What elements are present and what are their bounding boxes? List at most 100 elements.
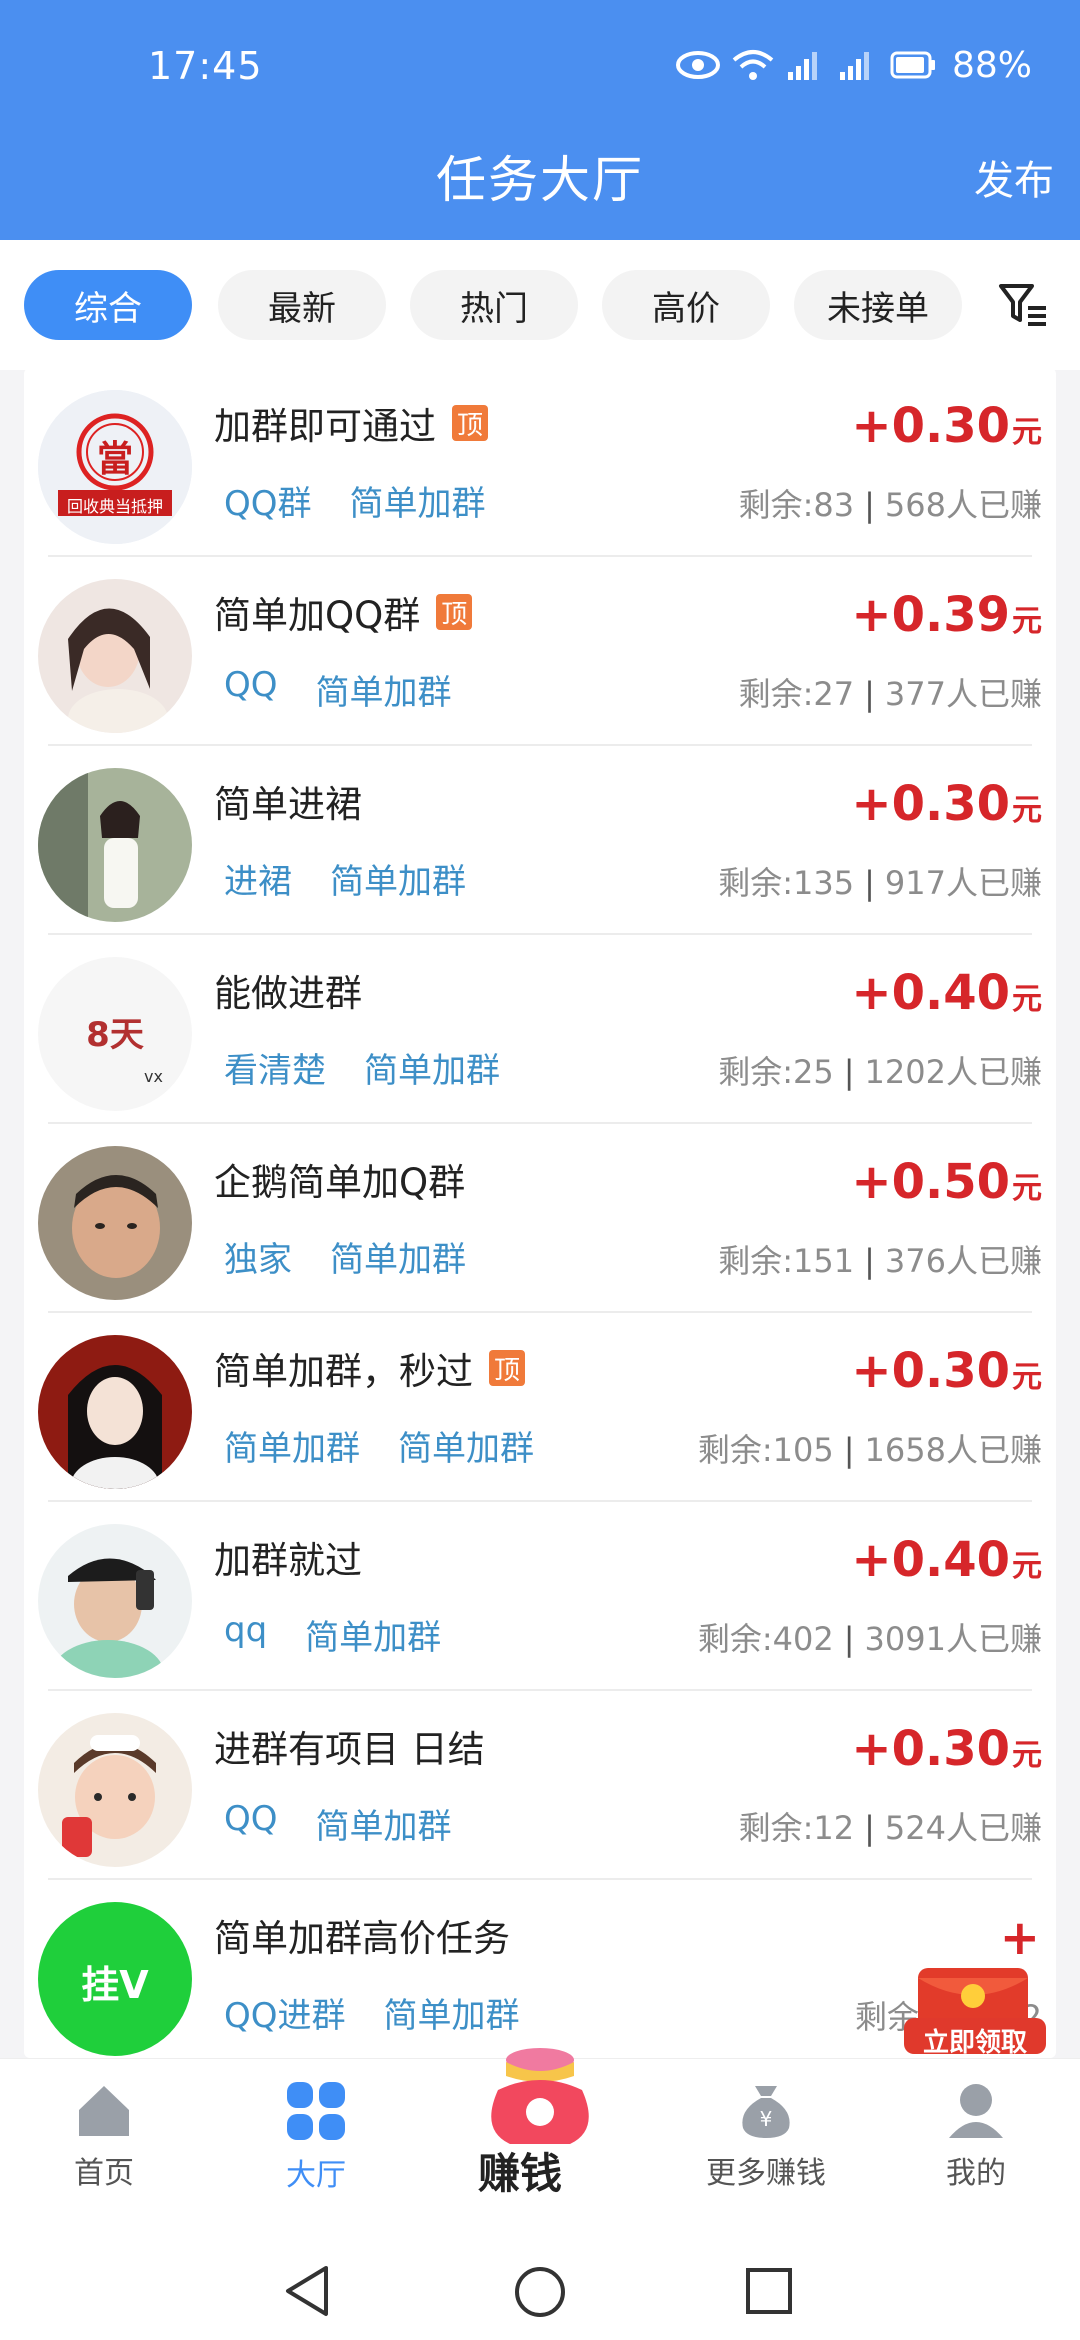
status-bar: 17:45 88% [0, 0, 1080, 130]
stats-separator: | [864, 1809, 875, 1847]
recents-icon[interactable] [744, 2266, 794, 2316]
task-tag: 简单加群 [398, 1429, 534, 1469]
task-title-wrap: 进群有项目 日结 [214, 1719, 485, 1773]
tab-more-earn-label: 更多赚钱 [706, 2156, 826, 2191]
task-tag: QQ群 [224, 484, 312, 524]
svg-text:¥: ¥ [760, 2107, 773, 2131]
reward-unit: 元 [1012, 1360, 1042, 1395]
signal-icon-1 [787, 52, 817, 80]
app-header: 17:45 88% 任务大厅 发布 [0, 0, 1080, 240]
reward-amount: +0.40 [851, 1532, 1010, 1588]
filter-icon[interactable] [998, 282, 1048, 330]
reward-amount: +0.50 [851, 1154, 1010, 1210]
task-avatar [38, 1524, 192, 1678]
task-title: 企鹅简单加Q群 [214, 1161, 466, 1204]
task-tag: 简单加群 [315, 673, 452, 713]
task-row[interactable]: 简单进裙 进裙 简单加群 +0.30 元 剩余:135 | 917人已赚 [24, 746, 1056, 935]
filter-chip-hot[interactable]: 热门 [410, 270, 578, 340]
task-avatar [38, 579, 192, 733]
task-remaining: 剩余:83 [738, 486, 855, 524]
task-reward: +0.40 元 [851, 965, 1042, 1021]
task-remaining: 剩余:12 [738, 1809, 855, 1847]
task-stats: 剩余:83 | 568人已赚 [739, 480, 1042, 526]
task-remaining: 剩余:151 [718, 1242, 855, 1280]
task-row[interactable]: 加群就过 qq 简单加群 +0.40 元 剩余:402 | 3091人已赚 [24, 1502, 1056, 1691]
stats-separator: | [843, 1053, 855, 1091]
task-reward: +0.50 元 [851, 1154, 1042, 1210]
task-title-wrap: 能做进群 [214, 963, 362, 1017]
task-stats: 剩余:135 | 917人已赚 [718, 858, 1042, 904]
task-tag: qq [224, 1610, 268, 1650]
avatar-logo-text: 挂V [81, 1963, 149, 2007]
back-icon[interactable] [282, 2264, 332, 2318]
task-title: 加群就过 [214, 1539, 362, 1582]
tab-home[interactable]: 首页 [24, 2080, 184, 2192]
filter-chip-high-price[interactable]: 高价 [602, 270, 770, 340]
task-row[interactable]: 企鹅简单加Q群 独家 简单加群 +0.50 元 剩余:151 | 376人已赚 [24, 1124, 1056, 1313]
task-row[interactable]: 當 回收典当抵押 加群即可通过顶 QQ群 简单加群 +0.30 元 剩余:83 | 5… [24, 368, 1056, 557]
task-remaining: 剩余:25 [718, 1053, 834, 1091]
filter-chip-latest[interactable]: 最新 [218, 270, 386, 340]
task-stats: 剩余:151 | 376人已赚 [718, 1236, 1042, 1282]
avatar-logo-text: 8天 [86, 1015, 144, 1055]
task-remaining: 剩余:135 [718, 864, 855, 902]
task-tag: 简单加群 [224, 1429, 360, 1469]
task-title-wrap: 简单加群高价任务 [214, 1908, 510, 1962]
task-tags: QQ 简单加群 [224, 665, 452, 714]
task-avatar [38, 1146, 192, 1300]
publish-button[interactable]: 发布 [974, 148, 1054, 206]
reward-amount: +0.40 [851, 965, 1010, 1021]
promo-red-envelope[interactable]: 立即领取 [900, 1960, 1050, 2060]
task-title: 进群有项目 日结 [214, 1728, 485, 1771]
task-avatar [38, 768, 192, 922]
task-tags: QQ群 简单加群 [224, 476, 486, 525]
task-row[interactable]: 进群有项目 日结 QQ 简单加群 +0.30 元 剩余:12 | 524人已赚 [24, 1691, 1056, 1880]
task-tag: QQ [224, 1799, 278, 1839]
task-tags: 进裙 简单加群 [224, 854, 466, 903]
tab-hall-label: 大厅 [286, 2158, 346, 2193]
reward-amount: + [999, 1910, 1040, 1966]
signal-icon-2 [839, 52, 869, 80]
pinned-badge: 顶 [452, 405, 488, 441]
tab-home-label: 首页 [74, 2156, 134, 2191]
task-earned: 1658人已赚 [864, 1431, 1042, 1469]
home-circle-icon[interactable] [512, 2264, 568, 2320]
task-earned: 1202人已赚 [864, 1053, 1042, 1091]
task-earned: 917人已赚 [884, 864, 1042, 902]
tab-earn-label[interactable]: 赚钱 [478, 2140, 562, 2201]
task-tag: 简单加群 [364, 1051, 500, 1091]
stats-separator: | [843, 1620, 855, 1658]
task-remaining: 剩余:27 [738, 675, 855, 713]
battery-percent: 88% [951, 44, 1032, 86]
task-stats: 剩余:27 | 377人已赚 [739, 669, 1042, 715]
task-tags: qq 简单加群 [224, 1610, 441, 1659]
promo-label: 立即领取 [922, 2028, 1027, 2058]
reward-unit: 元 [1012, 1171, 1042, 1206]
grid-icon [287, 2082, 345, 2140]
task-row[interactable]: 8天 vx 能做进群 看清楚 简单加群 +0.40 元 剩余:25 | 1202人已赚 [24, 935, 1056, 1124]
task-tag: QQ [224, 665, 278, 705]
task-earned: 568人已赚 [884, 486, 1042, 524]
stats-separator: | [843, 1431, 855, 1469]
task-stats: 剩余:12 | 524人已赚 [739, 1803, 1042, 1849]
tab-mine[interactable]: 我的 [896, 2080, 1056, 2192]
reward-amount: +0.30 [851, 1721, 1010, 1777]
reward-unit: 元 [1012, 1549, 1042, 1584]
tab-more-earn[interactable]: ¥ 更多赚钱 [686, 2080, 846, 2192]
task-stats: 剩余:402 | 3091人已赚 [698, 1614, 1042, 1660]
status-icons: 88% [675, 40, 1032, 90]
filter-chip-composite[interactable]: 综合 [24, 270, 192, 340]
task-row[interactable]: 简单加群，秒过顶 简单加群 简单加群 +0.30 元 剩余:105 | 1658人已赚 [24, 1313, 1056, 1502]
reward-amount: +0.30 [851, 1343, 1010, 1399]
task-row[interactable]: 简单加QQ群顶 QQ 简单加群 +0.39 元 剩余:27 | 377人已赚 [24, 557, 1056, 746]
reward-unit: 元 [1012, 793, 1042, 828]
task-title: 能做进群 [214, 972, 362, 1015]
filter-chip-unclaimed[interactable]: 未接单 [794, 270, 962, 340]
task-tag: 简单加群 [349, 484, 486, 524]
task-reward: + [1000, 1910, 1042, 1966]
battery-icon [890, 51, 935, 79]
tab-hall[interactable]: 大厅 [236, 2080, 396, 2194]
task-reward: +0.30 元 [851, 1721, 1042, 1777]
task-title-wrap: 简单加群，秒过顶 [214, 1341, 525, 1395]
task-reward: +0.30 元 [851, 398, 1042, 454]
